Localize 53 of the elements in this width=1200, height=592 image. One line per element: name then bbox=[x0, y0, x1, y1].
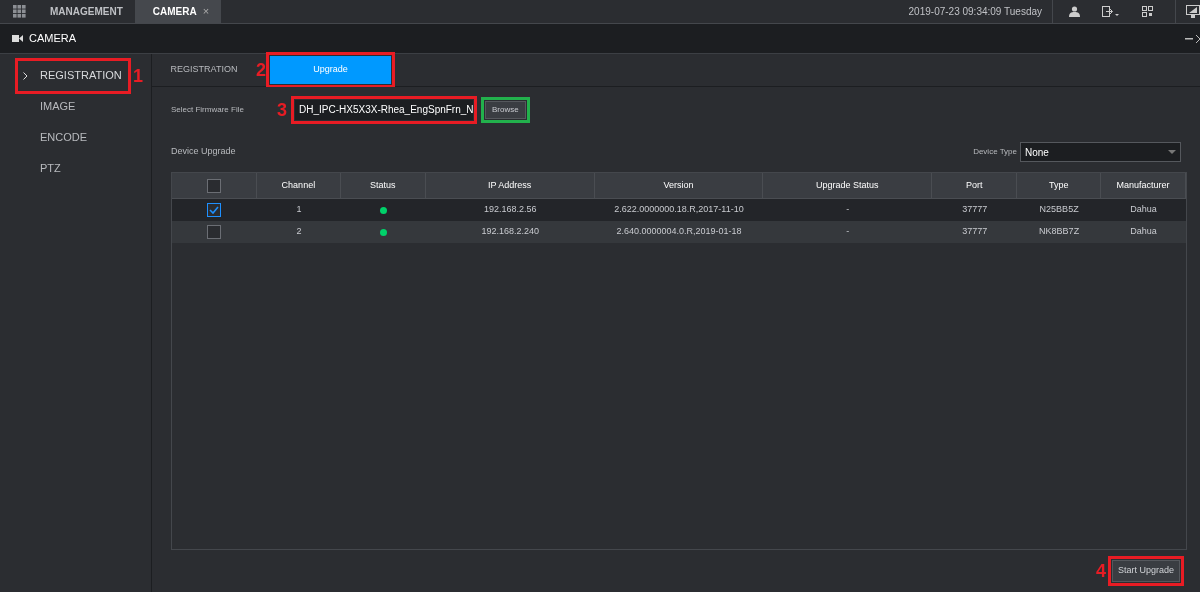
table-cell: - bbox=[846, 203, 850, 217]
callout-number: 4 bbox=[1095, 562, 1106, 580]
column-header: Channel bbox=[281, 178, 316, 192]
top-tab[interactable]: MANAGEMENT bbox=[38, 0, 135, 23]
table-cell: Dahua bbox=[1130, 203, 1157, 217]
column-header: Port bbox=[965, 178, 983, 192]
table-cell: NK8BB7Z bbox=[1039, 225, 1080, 239]
user-icon[interactable] bbox=[1069, 6, 1080, 17]
column-header: Version bbox=[663, 178, 694, 192]
monitor-icon[interactable] bbox=[1186, 5, 1200, 18]
close-tab-button[interactable]: × bbox=[202, 3, 210, 20]
field-label: Device Type bbox=[973, 146, 1017, 158]
column-header: IP Address bbox=[488, 178, 532, 192]
table-cell: 1 bbox=[296, 203, 302, 217]
table-cell: 37777 bbox=[962, 225, 988, 239]
sidebar-item[interactable]: IMAGE bbox=[19, 92, 127, 121]
table-cell: 192.168.2.56 bbox=[483, 203, 537, 217]
checkbox[interactable] bbox=[207, 225, 222, 239]
table-cell: Dahua bbox=[1130, 225, 1157, 239]
column-header: Manufacturer bbox=[1116, 178, 1170, 192]
chevron-icon bbox=[23, 71, 28, 80]
qr-code-icon[interactable] bbox=[1142, 6, 1153, 17]
apps-grid-icon[interactable] bbox=[13, 5, 26, 18]
table-cell: N25BB5Z bbox=[1039, 203, 1079, 217]
table-cell: 37777 bbox=[962, 203, 988, 217]
callout-number: 2 bbox=[256, 61, 266, 79]
column-header: Upgrade Status bbox=[816, 178, 879, 192]
table-cell: 2.640.0000004.0.R,2019-01-18 bbox=[616, 225, 742, 239]
callout-number: 3 bbox=[277, 100, 287, 119]
table-cell: - bbox=[846, 225, 850, 239]
datetime-text: 2019-07-23 09:34:09 Tuesday bbox=[908, 5, 1042, 19]
column-header: Status bbox=[370, 178, 396, 192]
sidebar-item[interactable]: REGISTRATION bbox=[19, 61, 127, 90]
field-label: Select Firmware File bbox=[171, 103, 245, 116]
tab[interactable]: REGISTRATION bbox=[152, 56, 256, 84]
column-header: Type bbox=[1048, 178, 1069, 192]
section-title: Device Upgrade bbox=[171, 145, 236, 159]
dropdown-caret-icon bbox=[1168, 150, 1176, 154]
device-type-select[interactable]: None bbox=[1020, 142, 1181, 162]
window-title: CAMERA bbox=[29, 31, 77, 47]
callout-number: 1 bbox=[133, 66, 143, 85]
checkbox[interactable] bbox=[206, 178, 221, 193]
table-cell: 2 bbox=[296, 225, 302, 239]
browse-button[interactable]: Browse bbox=[485, 100, 526, 119]
top-tab[interactable]: CAMERA × bbox=[134, 0, 221, 23]
camera-icon bbox=[12, 35, 23, 42]
sidebar-item[interactable]: PTZ bbox=[19, 154, 127, 183]
table-cell: 2.622.0000000.18.R,2017-11-10 bbox=[614, 203, 744, 217]
table-cell: 192.168.2.240 bbox=[481, 225, 539, 239]
checkbox[interactable] bbox=[207, 203, 222, 217]
minimize-icon[interactable] bbox=[1185, 37, 1193, 40]
logout-icon[interactable] bbox=[1102, 6, 1120, 17]
sidebar-item[interactable]: ENCODE bbox=[19, 123, 127, 152]
